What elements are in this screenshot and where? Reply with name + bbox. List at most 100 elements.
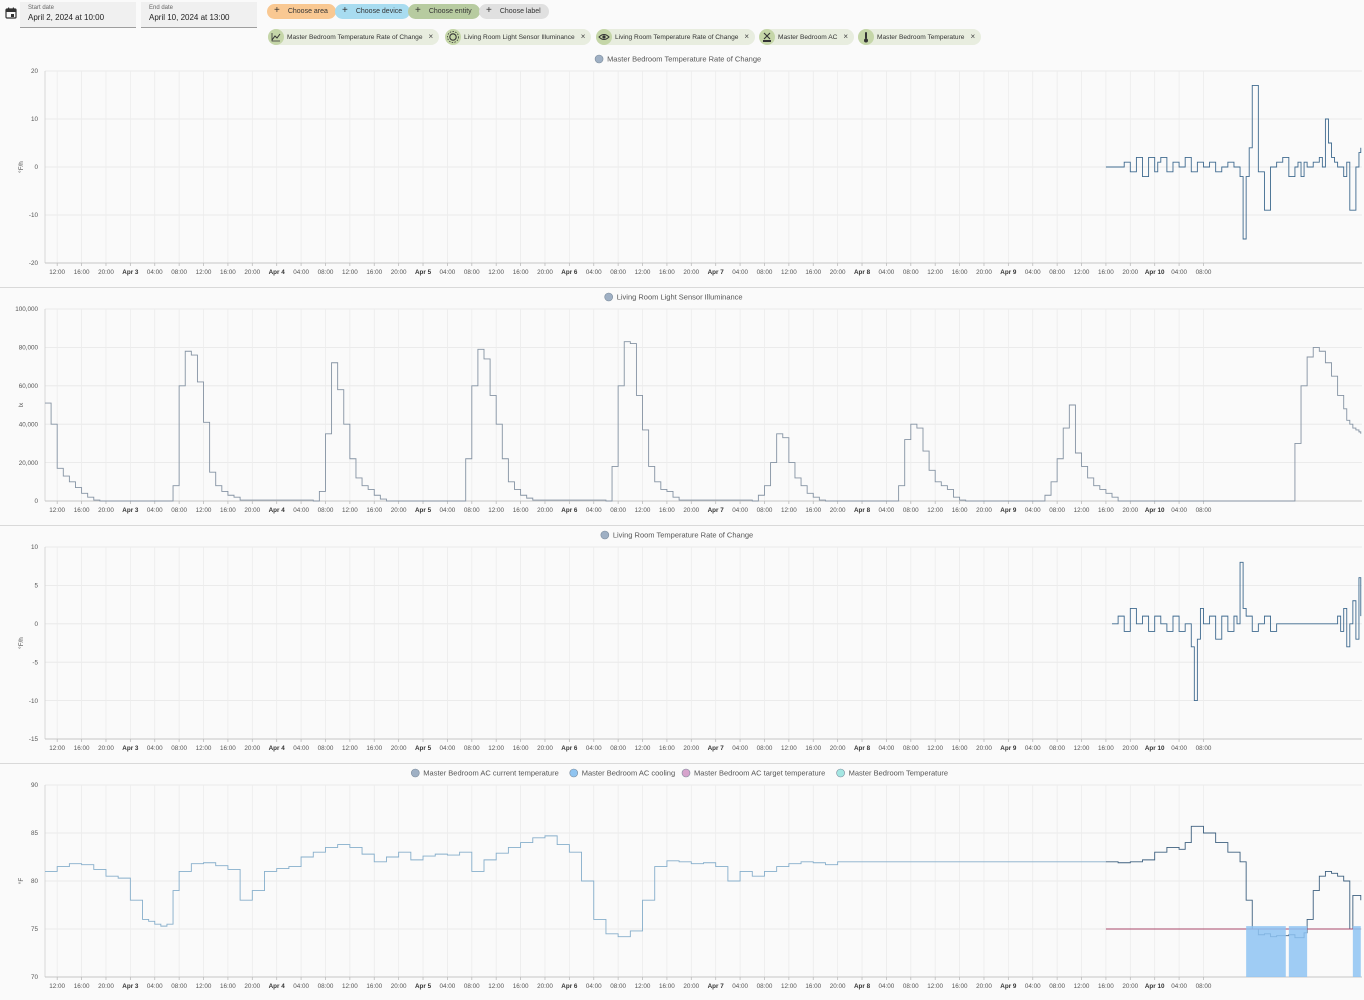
x-tick-label: 08:00 bbox=[757, 269, 773, 276]
entity-chip-master-bedroom-temperature[interactable]: Master Bedroom Temperature × bbox=[858, 29, 982, 45]
start-date-field[interactable]: Start date April 2, 2024 at 10:00 bbox=[20, 2, 136, 28]
x-tick-label: 20:00 bbox=[830, 745, 846, 752]
legend-item[interactable]: Master Bedroom Temperature bbox=[836, 769, 949, 778]
x-tick-label: 12:00 bbox=[927, 983, 943, 990]
x-tick-label: 04:00 bbox=[147, 507, 163, 514]
x-tick-label: 20:00 bbox=[683, 269, 699, 276]
cooling-span bbox=[1352, 926, 1361, 977]
x-tick-label: 16:00 bbox=[220, 745, 236, 752]
x-tick-label: 12:00 bbox=[488, 745, 504, 752]
close-icon[interactable]: × bbox=[429, 32, 434, 41]
legend-item[interactable]: Master Bedroom AC target temperature bbox=[681, 769, 825, 778]
legend-item[interactable]: Living Room Temperature Rate of Change bbox=[600, 531, 753, 540]
choose-entity-button[interactable]: + Choose entity bbox=[408, 4, 480, 19]
x-tick-label: 08:00 bbox=[903, 745, 919, 752]
x-tick-label: 04:00 bbox=[586, 745, 602, 752]
x-tick-label: 12:00 bbox=[635, 507, 651, 514]
x-tick-label: Apr 4 bbox=[269, 507, 286, 514]
ac-unit-icon bbox=[759, 29, 775, 45]
toolbar: Start date April 2, 2024 at 10:00 End da… bbox=[0, 0, 1364, 56]
close-icon[interactable]: × bbox=[843, 32, 848, 41]
x-tick-label: 20:00 bbox=[98, 507, 114, 514]
x-tick-label: 12:00 bbox=[196, 745, 212, 752]
x-tick-label: 08:00 bbox=[1196, 983, 1212, 990]
plus-icon: + bbox=[342, 5, 348, 16]
x-tick-label: Apr 3 bbox=[122, 983, 139, 990]
x-tick-label: 04:00 bbox=[440, 507, 456, 514]
legend-item[interactable]: Master Bedroom AC current temperature bbox=[410, 769, 559, 778]
legend-swatch bbox=[594, 54, 604, 64]
x-tick-label: 16:00 bbox=[952, 983, 968, 990]
legend-swatch bbox=[569, 768, 579, 778]
end-date-value: April 10, 2024 at 13:00 bbox=[149, 13, 230, 22]
x-tick-label: 08:00 bbox=[171, 507, 187, 514]
x-tick-label: 08:00 bbox=[1049, 983, 1065, 990]
x-tick-label: 04:00 bbox=[293, 269, 309, 276]
x-tick-label: 04:00 bbox=[293, 507, 309, 514]
x-tick-label: 16:00 bbox=[220, 507, 236, 514]
choose-area-button[interactable]: + Choose area bbox=[267, 4, 336, 19]
close-icon[interactable]: × bbox=[970, 32, 975, 41]
x-tick-label: 20:00 bbox=[537, 269, 553, 276]
y-tick-label: 0 bbox=[34, 164, 38, 171]
x-tick-label: 16:00 bbox=[805, 745, 821, 752]
x-tick-label: 12:00 bbox=[781, 745, 797, 752]
legend-item[interactable]: Living Room Light Sensor Illuminance bbox=[604, 293, 743, 302]
x-tick-label: 12:00 bbox=[342, 507, 358, 514]
choose-device-label: Choose device bbox=[355, 8, 403, 15]
end-date-label: End date bbox=[149, 5, 174, 11]
entity-chip-master-bedroom-temp-rate[interactable]: Master Bedroom Temperature Rate of Chang… bbox=[268, 29, 440, 45]
x-tick-label: 20:00 bbox=[683, 745, 699, 752]
x-tick-label: 20:00 bbox=[537, 983, 553, 990]
x-tick-label: 16:00 bbox=[1098, 983, 1114, 990]
entity-chip-master-bedroom-ac[interactable]: Master Bedroom AC × bbox=[759, 29, 855, 45]
x-tick-label: Apr 4 bbox=[269, 269, 286, 276]
x-tick-label: Apr 6 bbox=[561, 269, 578, 276]
x-tick-label: Apr 7 bbox=[708, 507, 725, 514]
end-date-field[interactable]: End date April 10, 2024 at 13:00 bbox=[141, 2, 257, 28]
x-tick-label: 08:00 bbox=[318, 269, 334, 276]
x-tick-label: 12:00 bbox=[49, 745, 65, 752]
y-tick-label: 100,000 bbox=[15, 306, 38, 313]
entity-chip-living-room-temp-rate[interactable]: Living Room Temperature Rate of Change × bbox=[596, 29, 756, 45]
x-tick-label: 04:00 bbox=[1025, 983, 1041, 990]
choose-label-button[interactable]: + Choose label bbox=[479, 4, 549, 19]
legend-item[interactable]: Master Bedroom Temperature Rate of Chang… bbox=[594, 54, 761, 64]
chart-living-room-temp-rate: Living Room Temperature Rate of Change 10… bbox=[17, 531, 1362, 752]
x-tick-label: 16:00 bbox=[220, 269, 236, 276]
x-tick-label: Apr 10 bbox=[1145, 745, 1165, 752]
close-icon[interactable]: × bbox=[744, 32, 749, 41]
x-tick-label: 12:00 bbox=[1074, 269, 1090, 276]
close-icon[interactable]: × bbox=[581, 32, 586, 41]
x-tick-label: 08:00 bbox=[171, 269, 187, 276]
x-tick-label: 16:00 bbox=[220, 983, 236, 990]
x-tick-label: 16:00 bbox=[659, 983, 675, 990]
x-tick-label: 16:00 bbox=[366, 745, 382, 752]
chart-living-room-illuminance: Living Room Light Sensor Illuminance 100,… bbox=[15, 293, 1362, 514]
entity-chip-living-room-illuminance[interactable]: Living Room Light Sensor Illuminance × bbox=[445, 29, 592, 45]
x-tick-label: Apr 6 bbox=[561, 507, 578, 514]
x-tick-label: 20:00 bbox=[391, 269, 407, 276]
x-tick-label: Apr 10 bbox=[1145, 269, 1165, 276]
x-tick-label: 16:00 bbox=[513, 269, 529, 276]
x-tick-label: 12:00 bbox=[927, 269, 943, 276]
series-line bbox=[1105, 825, 1362, 939]
x-tick-label: 08:00 bbox=[318, 745, 334, 752]
x-tick-label: 12:00 bbox=[781, 269, 797, 276]
chip-label: Master Bedroom AC bbox=[778, 34, 838, 41]
x-tick-label: 12:00 bbox=[49, 507, 65, 514]
x-tick-label: 04:00 bbox=[1025, 269, 1041, 276]
calendar-icon[interactable] bbox=[5, 7, 17, 19]
legend-item[interactable]: Master Bedroom AC cooling bbox=[569, 768, 675, 778]
x-tick-label: 20:00 bbox=[391, 507, 407, 514]
y-tick-label: -5 bbox=[32, 659, 38, 666]
x-tick-label: 04:00 bbox=[293, 983, 309, 990]
x-tick-label: 08:00 bbox=[464, 507, 480, 514]
x-tick-label: 04:00 bbox=[147, 745, 163, 752]
x-tick-label: 12:00 bbox=[927, 745, 943, 752]
x-tick-label: 20:00 bbox=[976, 269, 992, 276]
choose-device-button[interactable]: + Choose device bbox=[335, 4, 411, 19]
x-tick-label: 16:00 bbox=[366, 983, 382, 990]
x-tick-label: 04:00 bbox=[732, 983, 748, 990]
x-tick-label: Apr 4 bbox=[269, 745, 286, 752]
